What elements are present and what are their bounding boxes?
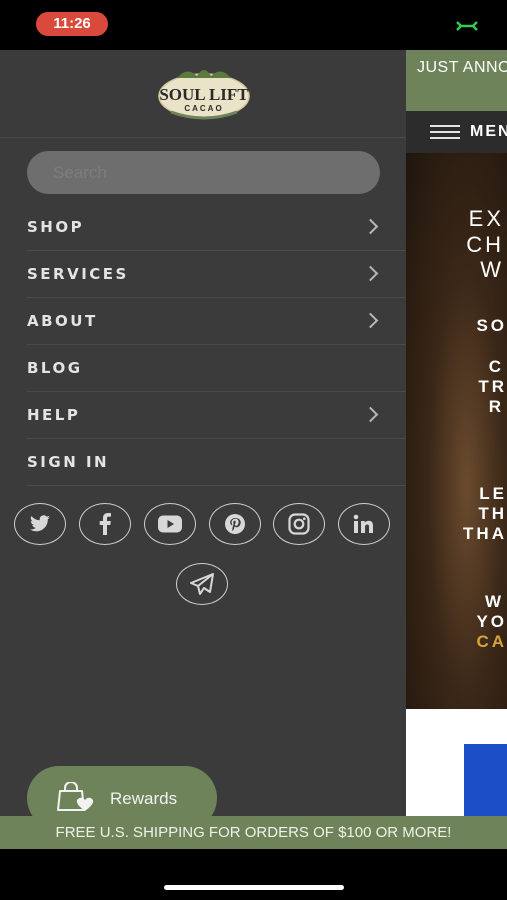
hero-text: YO	[476, 612, 507, 631]
telegram-icon[interactable]	[176, 563, 228, 605]
search-input[interactable]	[27, 151, 380, 194]
hero-text: R	[488, 397, 504, 416]
shopping-bag-heart-icon	[57, 781, 95, 817]
hero-text: CH	[466, 232, 504, 257]
status-bar: 11:26	[0, 0, 507, 50]
hero-text: EX	[468, 206, 504, 231]
navigation-drawer: SOUL LIFT CACAO SHOP SERVICES ABOUT BLOG…	[0, 50, 406, 830]
menu-item-services[interactable]: SERVICES	[0, 251, 406, 298]
chevron-right-icon[interactable]	[362, 218, 379, 235]
youtube-icon[interactable]	[144, 503, 196, 545]
logo-brand-text: SOUL LIFT	[159, 85, 249, 104]
hamburger-icon[interactable]	[430, 125, 460, 139]
menu-item-label: SIGN IN	[27, 453, 110, 471]
hero-text: TH	[478, 504, 507, 523]
hero-text: W	[484, 592, 504, 611]
pinterest-icon[interactable]	[209, 503, 261, 545]
page-content: JUST ANNO MEN EX CH W SO C TR R LE TH TH…	[406, 50, 507, 816]
menu-item-label: BLOG	[27, 359, 83, 377]
menu-item-label: HELP	[27, 406, 81, 424]
menu-label: MEN	[470, 123, 507, 140]
hero-text: SO	[476, 316, 507, 335]
announcement-bar[interactable]: JUST ANNO	[406, 50, 507, 111]
menu-item-label: SERVICES	[27, 265, 129, 283]
shipping-banner: FREE U.S. SHIPPING FOR ORDERS OF $100 OR…	[0, 816, 507, 849]
chevron-right-icon[interactable]	[362, 406, 379, 423]
chevron-right-icon[interactable]	[362, 312, 379, 329]
hero-text: THA	[463, 524, 507, 543]
announcement-text: JUST ANNO	[417, 59, 507, 76]
menu-item-label: ABOUT	[27, 312, 98, 330]
linkedin-icon[interactable]	[338, 503, 390, 545]
divider	[27, 485, 406, 486]
menu-bar[interactable]: MEN	[406, 111, 507, 153]
brand-logo[interactable]: SOUL LIFT CACAO	[157, 64, 251, 122]
charging-battery-icon	[455, 20, 479, 32]
instagram-icon[interactable]	[273, 503, 325, 545]
menu-item-shop[interactable]: SHOP	[0, 204, 406, 251]
facebook-icon[interactable]	[79, 503, 131, 545]
menu-item-label: SHOP	[27, 218, 85, 236]
chevron-right-icon[interactable]	[362, 265, 379, 282]
menu-item-sign-in[interactable]: SIGN IN	[0, 439, 406, 486]
menu-item-blog[interactable]: BLOG	[0, 345, 406, 392]
hero-banner: EX CH W SO C TR R LE TH THA W YO CA	[406, 153, 507, 709]
hero-text: TR	[478, 377, 507, 396]
menu-item-about[interactable]: ABOUT	[0, 298, 406, 345]
hero-text: W	[480, 257, 504, 282]
logo-sub-text: CACAO	[184, 104, 224, 113]
rewards-label: Rewards	[110, 789, 178, 808]
menu-item-help[interactable]: HELP	[0, 392, 406, 439]
product-image[interactable]	[464, 744, 507, 816]
shipping-banner-text: FREE U.S. SHIPPING FOR ORDERS OF $100 OR…	[55, 824, 452, 841]
twitter-icon[interactable]	[14, 503, 66, 545]
home-indicator[interactable]	[164, 885, 344, 890]
divider	[0, 137, 406, 138]
hero-text: LE	[479, 484, 507, 503]
hero-accent-text: CA	[476, 632, 507, 651]
status-time: 11:26	[36, 12, 108, 36]
hero-text: C	[488, 357, 504, 376]
home-area	[0, 849, 507, 900]
